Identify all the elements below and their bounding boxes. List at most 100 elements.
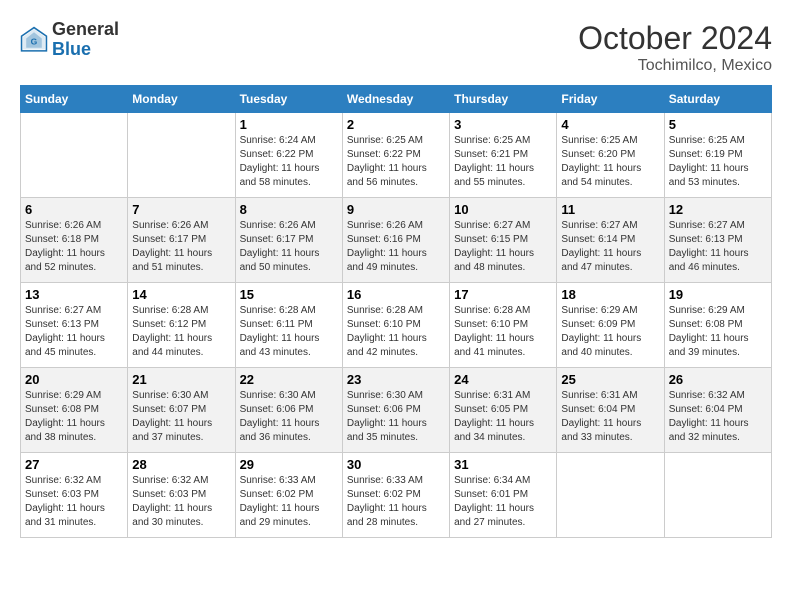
col-thursday: Thursday: [450, 86, 557, 113]
location-subtitle: Tochimilco, Mexico: [578, 57, 772, 75]
table-cell: 24Sunrise: 6:31 AMSunset: 6:05 PMDayligh…: [450, 368, 557, 453]
cell-content: Sunrise: 6:34 AMSunset: 6:01 PMDaylight:…: [454, 474, 552, 530]
table-cell: 15Sunrise: 6:28 AMSunset: 6:11 PMDayligh…: [235, 283, 342, 368]
month-year-title: October 2024: [578, 20, 772, 57]
calendar-week-row-0: 1Sunrise: 6:24 AMSunset: 6:22 PMDaylight…: [21, 113, 772, 198]
title-section: October 2024 Tochimilco, Mexico: [578, 20, 772, 75]
calendar-header-row: Sunday Monday Tuesday Wednesday Thursday…: [21, 86, 772, 113]
table-cell: 18 Sunrise: 6:29 AMSunset: 6:09 PMDayligh…: [557, 283, 664, 368]
table-cell: 4 Sunrise: 6:25 AMSunset: 6:20 PMDaylight…: [557, 113, 664, 198]
col-friday: Friday: [557, 86, 664, 113]
table-cell: 3 Sunrise: 6:25 AMSunset: 6:21 PMDaylight…: [450, 113, 557, 198]
cell-content: Sunrise: 6:25 AMSunset: 6:20 PMDaylight:…: [561, 134, 659, 190]
table-cell: 20 Sunrise: 6:29 AMSunset: 6:08 PMDayligh…: [21, 368, 128, 453]
table-cell: 29 Sunrise: 6:33 AMSunset: 6:02 PMDayligh…: [235, 453, 342, 538]
cell-content: Sunrise: 6:31 AMSunset: 6:04 PMDaylight:…: [561, 389, 659, 445]
cell-content: Sunrise: 6:26 AMSunset: 6:16 PMDaylight:…: [347, 219, 445, 275]
cell-content: Sunrise: 6:32 AMSunset: 6:04 PMDaylight:…: [669, 389, 767, 445]
day-number: 29: [240, 457, 338, 472]
day-number: 2: [347, 117, 445, 132]
calendar-table: Sunday Monday Tuesday Wednesday Thursday…: [20, 85, 772, 538]
cell-content: Sunrise: 6:33 AMSunset: 6:02 PMDaylight:…: [240, 474, 338, 530]
table-cell: 25 Sunrise: 6:31 AMSunset: 6:04 PMDayligh…: [557, 368, 664, 453]
table-cell: 27 Sunrise: 6:32 AMSunset: 6:03 PMDayligh…: [21, 453, 128, 538]
table-cell: 10Sunrise: 6:27 AMSunset: 6:15 PMDayligh…: [450, 198, 557, 283]
col-wednesday: Wednesday: [342, 86, 449, 113]
day-number: 7: [132, 202, 230, 217]
table-cell: 26 Sunrise: 6:32 AMSunset: 6:04 PMDayligh…: [664, 368, 771, 453]
cell-content: Sunrise: 6:29 AMSunset: 6:08 PMDaylight:…: [25, 389, 123, 445]
table-cell: 21 Sunrise: 6:30 AMSunset: 6:07 PMDayligh…: [128, 368, 235, 453]
day-number: 19: [669, 287, 767, 302]
logo-icon: G: [20, 26, 48, 54]
table-cell: 17Sunrise: 6:28 AMSunset: 6:10 PMDayligh…: [450, 283, 557, 368]
table-cell: 8Sunrise: 6:26 AMSunset: 6:17 PMDaylight…: [235, 198, 342, 283]
table-cell: [128, 113, 235, 198]
day-number: 20: [25, 372, 123, 387]
cell-content: Sunrise: 6:27 AMSunset: 6:15 PMDaylight:…: [454, 219, 552, 275]
calendar-week-row-2: 13 Sunrise: 6:27 AMSunset: 6:13 PMDayligh…: [21, 283, 772, 368]
calendar-week-row-4: 27 Sunrise: 6:32 AMSunset: 6:03 PMDayligh…: [21, 453, 772, 538]
cell-content: Sunrise: 6:32 AMSunset: 6:03 PMDaylight:…: [25, 474, 123, 530]
logo-blue-text: Blue: [52, 39, 91, 59]
table-cell: 23 Sunrise: 6:30 AMSunset: 6:06 PMDayligh…: [342, 368, 449, 453]
day-number: 6: [25, 202, 123, 217]
table-cell: 11 Sunrise: 6:27 AMSunset: 6:14 PMDayligh…: [557, 198, 664, 283]
col-monday: Monday: [128, 86, 235, 113]
cell-content: Sunrise: 6:32 AMSunset: 6:03 PMDaylight:…: [132, 474, 230, 530]
table-cell: 2 Sunrise: 6:25 AMSunset: 6:22 PMDaylight…: [342, 113, 449, 198]
day-number: 11: [561, 202, 659, 217]
table-cell: [664, 453, 771, 538]
table-cell: 16Sunrise: 6:28 AMSunset: 6:10 PMDayligh…: [342, 283, 449, 368]
cell-content: Sunrise: 6:30 AMSunset: 6:07 PMDaylight:…: [132, 389, 230, 445]
table-cell: 1Sunrise: 6:24 AMSunset: 6:22 PMDaylight…: [235, 113, 342, 198]
cell-content: Sunrise: 6:29 AMSunset: 6:08 PMDaylight:…: [669, 304, 767, 360]
day-number: 30: [347, 457, 445, 472]
day-number: 23: [347, 372, 445, 387]
table-cell: 7 Sunrise: 6:26 AMSunset: 6:17 PMDaylight…: [128, 198, 235, 283]
table-cell: 13 Sunrise: 6:27 AMSunset: 6:13 PMDayligh…: [21, 283, 128, 368]
table-cell: 31 Sunrise: 6:34 AMSunset: 6:01 PMDayligh…: [450, 453, 557, 538]
table-cell: 5 Sunrise: 6:25 AMSunset: 6:19 PMDaylight…: [664, 113, 771, 198]
day-number: 22: [240, 372, 338, 387]
cell-content: Sunrise: 6:25 AMSunset: 6:19 PMDaylight:…: [669, 134, 767, 190]
cell-content: Sunrise: 6:27 AMSunset: 6:13 PMDaylight:…: [669, 219, 767, 275]
cell-content: Sunrise: 6:30 AMSunset: 6:06 PMDaylight:…: [347, 389, 445, 445]
svg-text:G: G: [31, 36, 38, 46]
table-cell: 30 Sunrise: 6:33 AMSunset: 6:02 PMDayligh…: [342, 453, 449, 538]
cell-content: Sunrise: 6:27 AMSunset: 6:14 PMDaylight:…: [561, 219, 659, 275]
page-header: G General Blue October 2024 Tochimilco, …: [20, 20, 772, 75]
cell-content: Sunrise: 6:25 AMSunset: 6:22 PMDaylight:…: [347, 134, 445, 190]
day-number: 26: [669, 372, 767, 387]
day-number: 24: [454, 372, 552, 387]
calendar-week-row-3: 20 Sunrise: 6:29 AMSunset: 6:08 PMDayligh…: [21, 368, 772, 453]
day-number: 4: [561, 117, 659, 132]
table-cell: [21, 113, 128, 198]
day-number: 8: [240, 202, 338, 217]
day-number: 27: [25, 457, 123, 472]
cell-content: Sunrise: 6:26 AMSunset: 6:18 PMDaylight:…: [25, 219, 123, 275]
day-number: 28: [132, 457, 230, 472]
day-number: 25: [561, 372, 659, 387]
day-number: 5: [669, 117, 767, 132]
table-cell: 22Sunrise: 6:30 AMSunset: 6:06 PMDayligh…: [235, 368, 342, 453]
day-number: 31: [454, 457, 552, 472]
cell-content: Sunrise: 6:33 AMSunset: 6:02 PMDaylight:…: [347, 474, 445, 530]
day-number: 14: [132, 287, 230, 302]
day-number: 1: [240, 117, 338, 132]
cell-content: Sunrise: 6:27 AMSunset: 6:13 PMDaylight:…: [25, 304, 123, 360]
day-number: 9: [347, 202, 445, 217]
cell-content: Sunrise: 6:29 AMSunset: 6:09 PMDaylight:…: [561, 304, 659, 360]
col-saturday: Saturday: [664, 86, 771, 113]
day-number: 21: [132, 372, 230, 387]
cell-content: Sunrise: 6:28 AMSunset: 6:11 PMDaylight:…: [240, 304, 338, 360]
day-number: 13: [25, 287, 123, 302]
day-number: 3: [454, 117, 552, 132]
cell-content: Sunrise: 6:25 AMSunset: 6:21 PMDaylight:…: [454, 134, 552, 190]
day-number: 18: [561, 287, 659, 302]
table-cell: 28 Sunrise: 6:32 AMSunset: 6:03 PMDayligh…: [128, 453, 235, 538]
table-cell: 9 Sunrise: 6:26 AMSunset: 6:16 PMDaylight…: [342, 198, 449, 283]
cell-content: Sunrise: 6:28 AMSunset: 6:12 PMDaylight:…: [132, 304, 230, 360]
logo-general-text: General: [52, 19, 119, 39]
cell-content: Sunrise: 6:26 AMSunset: 6:17 PMDaylight:…: [132, 219, 230, 275]
